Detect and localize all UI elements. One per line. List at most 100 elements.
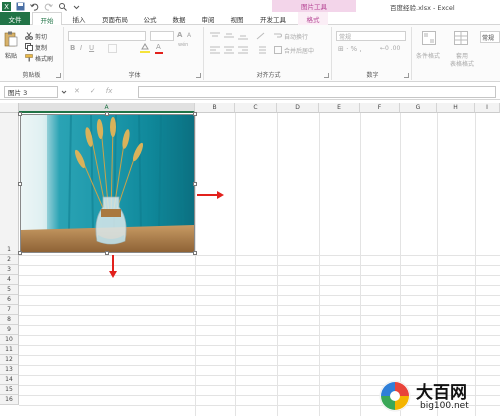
row-header[interactable]: 7 bbox=[0, 305, 19, 315]
row-header[interactable]: 12 bbox=[0, 355, 19, 365]
wrap-text-label[interactable]: 自动换行 bbox=[284, 32, 308, 41]
column-header[interactable]: C bbox=[235, 103, 277, 113]
cancel-icon[interactable]: ✕ bbox=[74, 87, 80, 95]
grid-line bbox=[19, 275, 500, 276]
resize-handle-top-left[interactable] bbox=[18, 112, 22, 116]
customize-qat-icon[interactable] bbox=[72, 2, 81, 11]
resize-handle-top-right[interactable] bbox=[193, 112, 197, 116]
copy-label[interactable]: 复制 bbox=[35, 43, 47, 52]
name-box-dropdown-icon[interactable] bbox=[61, 88, 67, 96]
format-as-table-icon[interactable] bbox=[454, 31, 468, 47]
format-painter-label[interactable]: 格式刷 bbox=[35, 54, 53, 63]
paste-icon[interactable] bbox=[4, 31, 18, 49]
conditional-format-label[interactable]: 条件格式 bbox=[416, 51, 440, 60]
tab-view[interactable]: 视图 bbox=[225, 12, 249, 25]
font-color-button[interactable]: A bbox=[156, 43, 161, 51]
grid-line bbox=[19, 325, 500, 326]
insert-function-button[interactable]: fx bbox=[106, 87, 113, 95]
accounting-format-icon[interactable]: ⊞ · % , bbox=[338, 45, 362, 53]
resize-handle-bottom-right[interactable] bbox=[193, 251, 197, 255]
underline-button[interactable]: U bbox=[89, 44, 94, 52]
save-icon[interactable] bbox=[16, 2, 25, 11]
phonetic-guide-label[interactable]: wén bbox=[178, 42, 188, 48]
resize-handle-top-center[interactable] bbox=[105, 112, 109, 116]
tab-insert[interactable]: 插入 bbox=[66, 12, 92, 25]
row-header[interactable]: 1 bbox=[0, 113, 19, 255]
tab-page-layout[interactable]: 页面布局 bbox=[97, 12, 133, 25]
copy-icon[interactable] bbox=[25, 43, 33, 53]
align-top-icon[interactable] bbox=[210, 32, 220, 42]
formula-bar: 图片 3 ✕ ✓ fx bbox=[0, 84, 500, 100]
row-header[interactable]: 13 bbox=[0, 365, 19, 375]
align-bottom-icon[interactable] bbox=[238, 32, 248, 42]
align-center-icon[interactable] bbox=[224, 46, 234, 56]
select-all-corner[interactable] bbox=[0, 103, 19, 113]
tab-home[interactable]: 开始 bbox=[32, 12, 62, 26]
redo-icon[interactable] bbox=[44, 2, 53, 11]
grid-line bbox=[19, 315, 500, 316]
row-header[interactable]: 9 bbox=[0, 325, 19, 335]
format-painter-icon[interactable] bbox=[25, 54, 33, 64]
column-header[interactable]: G bbox=[400, 103, 437, 113]
tab-file[interactable]: 文件 bbox=[0, 12, 30, 25]
row-header[interactable]: 2 bbox=[0, 255, 19, 265]
column-header[interactable]: D bbox=[277, 103, 319, 113]
cut-icon[interactable] bbox=[25, 32, 33, 42]
row-header[interactable]: 10 bbox=[0, 335, 19, 345]
column-header[interactable]: H bbox=[437, 103, 475, 113]
row-header[interactable]: 16 bbox=[0, 395, 19, 405]
undo-icon[interactable] bbox=[30, 2, 39, 11]
decimal-adjust-icon[interactable]: ←0 .00 bbox=[380, 45, 400, 52]
tab-formulas[interactable]: 公式 bbox=[138, 12, 162, 25]
resize-handle-bottom-left[interactable] bbox=[18, 251, 22, 255]
row-header[interactable]: 14 bbox=[0, 375, 19, 385]
print-preview-icon[interactable] bbox=[58, 2, 67, 11]
tab-developer[interactable]: 开发工具 bbox=[254, 12, 292, 25]
selected-picture[interactable] bbox=[20, 114, 195, 253]
row-header[interactable]: 4 bbox=[0, 275, 19, 285]
enter-icon[interactable]: ✓ bbox=[90, 87, 96, 95]
fill-color-icon[interactable] bbox=[140, 43, 150, 55]
font-size-combo[interactable] bbox=[150, 31, 174, 41]
resize-handle-middle-right[interactable] bbox=[193, 182, 197, 186]
italic-button[interactable]: I bbox=[80, 44, 82, 52]
row-header[interactable]: 6 bbox=[0, 295, 19, 305]
font-name-combo[interactable] bbox=[68, 31, 146, 41]
row-header[interactable]: 11 bbox=[0, 345, 19, 355]
merge-center-icon[interactable] bbox=[274, 46, 282, 56]
column-header[interactable]: I bbox=[475, 103, 500, 113]
column-header[interactable]: B bbox=[195, 103, 235, 113]
clipboard-launcher-icon[interactable] bbox=[56, 73, 61, 78]
align-left-icon[interactable] bbox=[210, 46, 220, 56]
right-arrow-annotation-icon bbox=[197, 190, 225, 202]
row-header[interactable]: 5 bbox=[0, 285, 19, 295]
align-right-icon[interactable] bbox=[238, 46, 248, 56]
borders-icon[interactable] bbox=[108, 44, 117, 55]
tab-review[interactable]: 审阅 bbox=[196, 12, 220, 25]
bold-button[interactable]: B bbox=[70, 44, 75, 52]
paste-label[interactable]: 粘贴 bbox=[5, 51, 17, 60]
alignment-launcher-icon[interactable] bbox=[324, 73, 329, 78]
number-launcher-icon[interactable] bbox=[404, 73, 409, 78]
indent-icon[interactable] bbox=[256, 46, 266, 56]
row-header[interactable]: 15 bbox=[0, 385, 19, 395]
font-launcher-icon[interactable] bbox=[196, 73, 201, 78]
merge-center-label[interactable]: 合并后居中 bbox=[284, 46, 314, 55]
tab-picture-format[interactable]: 格式 bbox=[298, 12, 328, 25]
cut-label[interactable]: 剪切 bbox=[35, 32, 47, 41]
resize-handle-middle-left[interactable] bbox=[18, 182, 22, 186]
name-box[interactable]: 图片 3 bbox=[4, 86, 58, 98]
tab-data[interactable]: 数据 bbox=[167, 12, 191, 25]
decrease-font-size-button[interactable]: A bbox=[187, 32, 191, 39]
row-header[interactable]: 8 bbox=[0, 315, 19, 325]
conditional-format-icon[interactable] bbox=[422, 31, 436, 47]
wrap-text-icon[interactable] bbox=[274, 32, 282, 42]
orientation-icon[interactable] bbox=[256, 32, 266, 42]
formula-input[interactable] bbox=[138, 86, 496, 98]
format-as-table-label-2[interactable]: 表格格式 bbox=[450, 59, 474, 68]
row-header[interactable]: 3 bbox=[0, 265, 19, 275]
align-middle-icon[interactable] bbox=[224, 32, 234, 42]
column-header[interactable]: E bbox=[319, 103, 360, 113]
increase-font-size-button[interactable]: A bbox=[177, 31, 182, 39]
column-header[interactable]: F bbox=[360, 103, 400, 113]
